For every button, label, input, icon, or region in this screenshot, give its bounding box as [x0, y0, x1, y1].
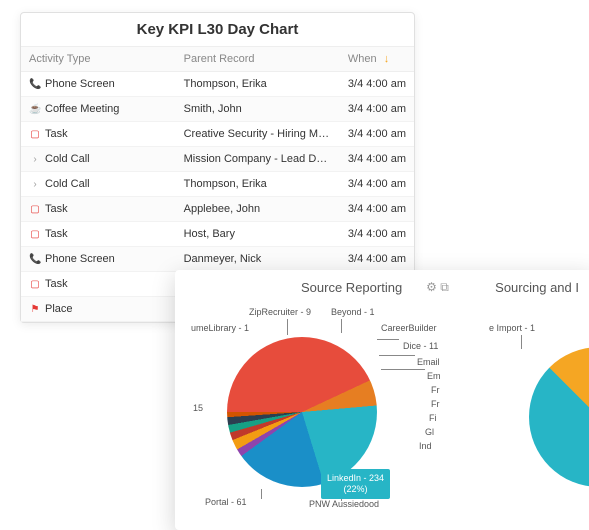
- coffee-icon: ☕: [29, 104, 41, 115]
- pie-tooltip-linkedin: LinkedIn - 234 (22%): [321, 469, 390, 499]
- label-beyond: Beyond - 1: [331, 307, 375, 317]
- cell-activity: ⚑ Place: [21, 297, 176, 322]
- label-pnw: PNW Aussiedood: [309, 499, 379, 509]
- popout-icon[interactable]: ⧉: [440, 280, 449, 294]
- activity-text: Task: [45, 278, 68, 290]
- leader-line: [521, 335, 522, 349]
- cell-activity: ▢ Task: [21, 122, 176, 147]
- label-portal: Portal - 61: [205, 497, 247, 507]
- label-careerbuilder: CareerBuilder: [381, 323, 437, 333]
- cell-activity: ▢ Task: [21, 197, 176, 222]
- table-row[interactable]: ☕ Coffee Meeting Smith, John3/4 4:00 am: [21, 97, 414, 122]
- col-parent-record[interactable]: Parent Record: [176, 47, 340, 72]
- chart-title-source-reporting: Source Reporting: [301, 280, 402, 295]
- cell-activity: ☕ Coffee Meeting: [21, 97, 176, 122]
- leader-line: [341, 319, 342, 333]
- cell-when: 3/4 4:00 am: [340, 247, 414, 272]
- table-row[interactable]: ▢ Task Applebee, John3/4 4:00 am: [21, 197, 414, 222]
- cell-parent-record: Thompson, Erika: [176, 172, 340, 197]
- chart-body: ZipRecruiter - 9 Beyond - 1 umeLibrary -…: [191, 299, 579, 509]
- activity-text: Cold Call: [45, 153, 90, 165]
- cell-when: 3/4 4:00 am: [340, 72, 414, 97]
- cell-parent-record: Smith, John: [176, 97, 340, 122]
- pie-sourcing[interactable]: [500, 318, 589, 516]
- cell-parent-record: Applebee, John: [176, 197, 340, 222]
- cell-activity: ▢ Task: [21, 272, 176, 297]
- label-ind: Ind: [419, 441, 432, 451]
- chart-toolbar: ⚙ ⧉: [426, 280, 449, 295]
- cell-activity: 📞 Phone Screen: [21, 72, 176, 97]
- table-row[interactable]: › Cold Call Mission Company - Lead Develo.…: [21, 147, 414, 172]
- leader-line: [261, 489, 262, 499]
- cell-activity: › Cold Call: [21, 147, 176, 172]
- chart-card: Source Reporting ⚙ ⧉ Sourcing and I ZipR…: [175, 270, 589, 530]
- cell-activity: 📞 Phone Screen: [21, 247, 176, 272]
- cell-parent-record: Thompson, Erika: [176, 72, 340, 97]
- cell-activity: ▢ Task: [21, 222, 176, 247]
- label-umelibrary: umeLibrary - 1: [191, 323, 249, 333]
- phone-icon: 📞: [29, 254, 41, 265]
- pie-source-reporting[interactable]: [227, 337, 377, 487]
- table-row[interactable]: ▢ Task Creative Security - Hiring Mana...3…: [21, 122, 414, 147]
- sort-desc-icon: ↓: [384, 53, 390, 65]
- label-ziprecruiter: ZipRecruiter - 9: [249, 307, 311, 317]
- leader-line: [287, 319, 288, 335]
- activity-text: Task: [45, 203, 68, 215]
- cell-parent-record: Danmeyer, Nick: [176, 247, 340, 272]
- leader-line: [379, 355, 415, 356]
- cell-parent-record: Mission Company - Lead Develo...: [176, 147, 340, 172]
- label-em: Em: [427, 371, 441, 381]
- label-fr2: Fr: [431, 399, 440, 409]
- activity-text: Task: [45, 128, 68, 140]
- tooltip-line1: LinkedIn - 234: [327, 473, 384, 484]
- activity-text: Phone Screen: [45, 253, 115, 265]
- cell-parent-record: Host, Bary: [176, 222, 340, 247]
- call-icon: ›: [29, 179, 41, 190]
- task-icon: ▢: [29, 279, 41, 290]
- table-header-row: Activity Type Parent Record When ↓: [21, 47, 414, 72]
- label-fifteen: 15: [193, 403, 203, 413]
- task-icon: ▢: [29, 129, 41, 140]
- activity-text: Coffee Meeting: [45, 103, 119, 115]
- col-activity-type[interactable]: Activity Type: [21, 47, 176, 72]
- label-fi: Fi: [429, 413, 437, 423]
- leader-line: [377, 339, 399, 340]
- activity-text: Place: [45, 303, 73, 315]
- table-row[interactable]: 📞 Phone Screen Thompson, Erika3/4 4:00 am: [21, 72, 414, 97]
- label-email: Email: [417, 357, 440, 367]
- table-row[interactable]: 📞 Phone Screen Danmeyer, Nick3/4 4:00 am: [21, 247, 414, 272]
- activity-text: Task: [45, 228, 68, 240]
- cell-parent-record: Creative Security - Hiring Mana...: [176, 122, 340, 147]
- table-title: Key KPI L30 Day Chart: [21, 13, 414, 47]
- label-fr1: Fr: [431, 385, 440, 395]
- chart-header: Source Reporting ⚙ ⧉ Sourcing and I: [191, 280, 579, 295]
- label-import: e Import - 1: [489, 323, 535, 333]
- place-icon: ⚑: [29, 304, 41, 315]
- table-row[interactable]: › Cold Call Thompson, Erika3/4 4:00 am: [21, 172, 414, 197]
- cell-activity: › Cold Call: [21, 172, 176, 197]
- label-dice: Dice - 11: [403, 341, 438, 351]
- activity-text: Phone Screen: [45, 78, 115, 90]
- cell-when: 3/4 4:00 am: [340, 97, 414, 122]
- col-when[interactable]: When ↓: [340, 47, 414, 72]
- settings-icon[interactable]: ⚙: [426, 280, 437, 294]
- cell-when: 3/4 4:00 am: [340, 197, 414, 222]
- table-row[interactable]: ▢ Task Host, Bary3/4 4:00 am: [21, 222, 414, 247]
- cell-when: 3/4 4:00 am: [340, 172, 414, 197]
- cell-when: 3/4 4:00 am: [340, 222, 414, 247]
- cell-when: 3/4 4:00 am: [340, 147, 414, 172]
- call-icon: ›: [29, 154, 41, 165]
- leader-line: [381, 369, 425, 370]
- col-when-label: When: [348, 53, 377, 65]
- activity-text: Cold Call: [45, 178, 90, 190]
- task-icon: ▢: [29, 229, 41, 240]
- cell-when: 3/4 4:00 am: [340, 122, 414, 147]
- phone-icon: 📞: [29, 79, 41, 90]
- tooltip-line2: (22%): [327, 484, 384, 495]
- label-gl: Gl: [425, 427, 434, 437]
- task-icon: ▢: [29, 204, 41, 215]
- chart-title-sourcing: Sourcing and I: [495, 280, 579, 295]
